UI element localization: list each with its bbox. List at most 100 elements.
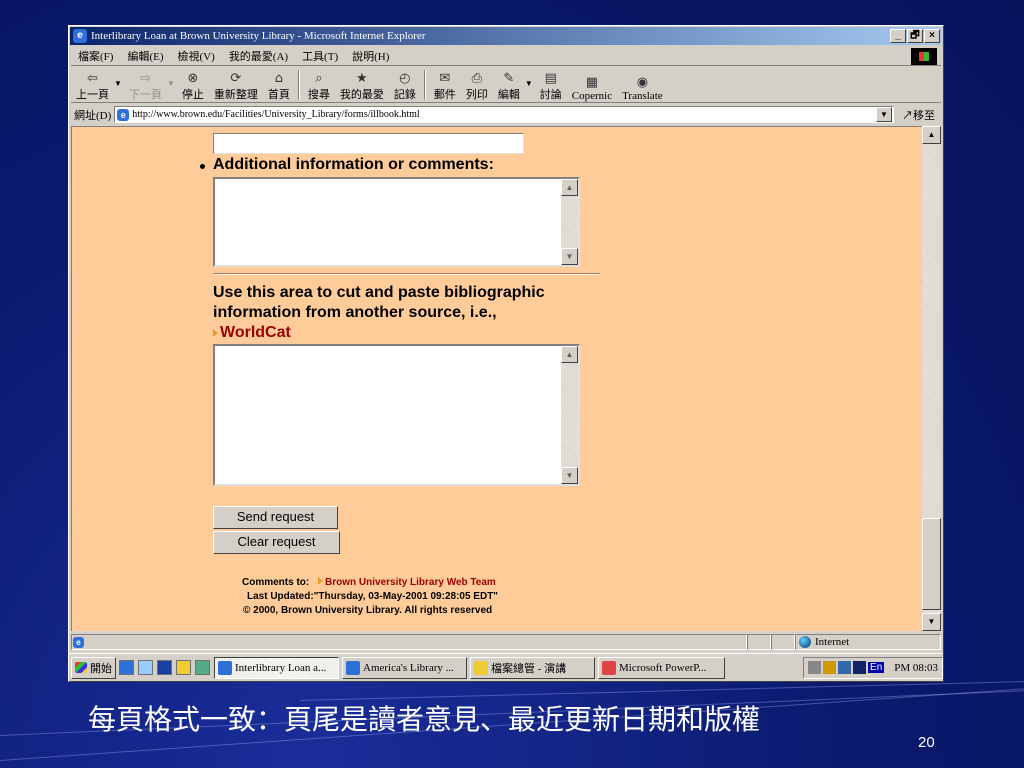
globe-icon bbox=[799, 636, 811, 648]
mail-icon: ✉ bbox=[439, 71, 451, 86]
cut-paste-line-1: Use this area to cut and paste bibliogra… bbox=[213, 284, 545, 301]
forward-button[interactable]: ⇨ 下一頁 bbox=[124, 68, 167, 102]
task-label: America's Library ... bbox=[363, 661, 454, 674]
app-icon[interactable] bbox=[195, 660, 210, 675]
task-americas-library[interactable]: America's Library ... bbox=[342, 656, 467, 679]
tray-app-icon[interactable] bbox=[853, 661, 867, 674]
forward-arrow-icon: ⇨ bbox=[139, 71, 151, 86]
internet-explorer-icon[interactable] bbox=[119, 660, 134, 675]
textarea-scrollbar[interactable]: ▲ ▼ bbox=[561, 179, 578, 265]
toolbar-separator bbox=[423, 70, 426, 100]
history-button[interactable]: ◴ 記錄 bbox=[389, 68, 421, 102]
scroll-down-icon[interactable]: ▼ bbox=[922, 613, 941, 631]
close-button[interactable]: × bbox=[924, 29, 940, 43]
menu-view[interactable]: 檢視(V) bbox=[171, 48, 222, 64]
task-explorer[interactable]: 檔案總管 - 演講 bbox=[470, 656, 595, 679]
refresh-button[interactable]: ⟳ 重新整理 bbox=[209, 68, 263, 102]
mail-button[interactable]: ✉ 郵件 bbox=[429, 68, 461, 102]
language-indicator[interactable]: En bbox=[868, 662, 885, 673]
scroll-up-icon[interactable]: ▲ bbox=[922, 126, 941, 144]
go-button[interactable]: ↗移至 bbox=[896, 107, 941, 123]
toolbar-separator bbox=[297, 70, 300, 100]
task-powerpoint[interactable]: Microsoft PowerP... bbox=[598, 656, 725, 679]
menu-bar: 檔案(F) 編輯(E) 檢視(V) 我的最愛(A) 工具(T) 說明(H) bbox=[71, 47, 941, 66]
status-panel bbox=[771, 634, 795, 650]
edit-button[interactable]: ✎ 編輯 bbox=[493, 68, 525, 102]
forward-dropdown-icon[interactable]: ▼ bbox=[167, 79, 175, 88]
windows-flag-icon bbox=[75, 662, 87, 673]
page-scrollbar[interactable]: ▲ ▼ bbox=[922, 126, 941, 631]
web-team-link[interactable]: Brown University Library Web Team bbox=[325, 577, 496, 588]
internet-explorer-icon bbox=[346, 660, 360, 675]
menu-tools[interactable]: 工具(T) bbox=[295, 48, 345, 64]
textarea-scrollbar[interactable]: ▲ ▼ bbox=[561, 346, 578, 484]
previous-field-input[interactable] bbox=[213, 133, 524, 154]
powerpoint-icon bbox=[602, 660, 616, 675]
address-dropdown-icon[interactable]: ▼ bbox=[876, 107, 892, 122]
task-interlibrary[interactable]: Interlibrary Loan a... bbox=[214, 656, 339, 679]
toolbar: ⇦ 上一頁 ▼ ⇨ 下一頁 ▼ ⊗ 停止 ⟳ 重新整理 ⌂ 首頁 ⌕ 搜尋 ★ 我的最愛 ◴ 記… bbox=[71, 67, 941, 103]
task-label: 檔案總管 - 演講 bbox=[491, 662, 567, 675]
search-button[interactable]: ⌕ 搜尋 bbox=[303, 68, 335, 102]
back-arrow-icon: ⇦ bbox=[87, 71, 98, 86]
zone-label: Internet bbox=[815, 636, 850, 648]
status-panel bbox=[747, 634, 771, 650]
favorites-button[interactable]: ★ 我的最愛 bbox=[335, 68, 389, 102]
minimize-button[interactable]: _ bbox=[890, 29, 906, 43]
translate-icon: ◉ bbox=[636, 75, 649, 90]
windows-logo-icon bbox=[911, 48, 937, 65]
translate-button[interactable]: ◉ Translate bbox=[617, 68, 668, 103]
scroll-down-icon[interactable]: ▼ bbox=[561, 248, 578, 265]
send-request-button[interactable]: Send request bbox=[213, 506, 338, 529]
edit-dropdown-icon[interactable]: ▼ bbox=[525, 79, 533, 88]
stop-button[interactable]: ⊗ 停止 bbox=[177, 68, 209, 102]
explorer-icon[interactable] bbox=[176, 660, 191, 675]
desktop-icon[interactable] bbox=[138, 660, 153, 675]
scroll-down-icon[interactable]: ▼ bbox=[561, 467, 578, 484]
restore-button[interactable]: 🗗 bbox=[907, 29, 923, 43]
discuss-button[interactable]: ▤ 討論 bbox=[535, 68, 567, 102]
internet-explorer-icon: e bbox=[73, 29, 87, 43]
start-button[interactable]: 開始 bbox=[71, 656, 116, 679]
internet-explorer-icon bbox=[218, 660, 232, 675]
scroll-thumb[interactable] bbox=[922, 518, 941, 610]
volume-icon[interactable] bbox=[823, 661, 837, 674]
status-text: e bbox=[71, 634, 747, 650]
word-icon[interactable] bbox=[157, 660, 172, 675]
scroll-up-icon[interactable]: ▲ bbox=[561, 179, 578, 196]
menu-file[interactable]: 檔案(F) bbox=[71, 48, 120, 64]
stop-icon: ⊗ bbox=[187, 71, 199, 86]
bullet bbox=[200, 164, 205, 169]
back-dropdown-icon[interactable]: ▼ bbox=[114, 79, 122, 88]
bibliographic-textarea[interactable]: ▲ ▼ bbox=[213, 344, 580, 486]
copyright: © 2000, Brown University Library. All ri… bbox=[243, 605, 493, 616]
copernic-icon: ▦ bbox=[585, 75, 599, 90]
network-icon[interactable] bbox=[808, 661, 822, 674]
system-tray: En PM 08:03 bbox=[803, 656, 943, 679]
go-arrow-icon: ↗ bbox=[902, 109, 913, 122]
window-title: Interlibrary Loan at Brown University Li… bbox=[91, 30, 426, 42]
scroll-up-icon[interactable]: ▲ bbox=[561, 346, 578, 363]
history-icon: ◴ bbox=[399, 71, 411, 86]
page-icon: e bbox=[117, 108, 130, 121]
tray-app-icon[interactable] bbox=[838, 661, 852, 674]
copernic-button[interactable]: ▦ Copernic bbox=[567, 68, 617, 103]
address-url: http://www.brown.edu/Facilities/Universi… bbox=[132, 109, 420, 120]
print-button[interactable]: ⎙ 列印 bbox=[461, 68, 493, 102]
address-input[interactable]: e http://www.brown.edu/Facilities/Univer… bbox=[114, 106, 894, 123]
page-content: Additional information or comments: ▲ ▼ … bbox=[71, 126, 922, 631]
address-bar: 網址(D) e http://www.brown.edu/Facilities/… bbox=[71, 105, 941, 124]
clear-request-button[interactable]: Clear request bbox=[213, 531, 340, 554]
menu-help[interactable]: 說明(H) bbox=[345, 48, 396, 64]
menu-favorites[interactable]: 我的最愛(A) bbox=[222, 48, 295, 64]
browser-window: e Interlibrary Loan at Brown University … bbox=[68, 25, 944, 682]
comments-textarea[interactable]: ▲ ▼ bbox=[213, 177, 580, 267]
cut-paste-label: Use this area to cut and paste bibliogra… bbox=[213, 283, 545, 343]
footer-comments: Comments to: Brown University Library We… bbox=[242, 577, 496, 588]
menu-edit[interactable]: 編輯(E) bbox=[120, 48, 170, 64]
title-bar[interactable]: e Interlibrary Loan at Brown University … bbox=[70, 27, 942, 45]
worldcat-link[interactable]: WorldCat bbox=[220, 324, 291, 341]
home-button[interactable]: ⌂ 首頁 bbox=[263, 68, 295, 102]
back-button[interactable]: ⇦ 上一頁 bbox=[71, 68, 114, 102]
link-arrow-icon bbox=[213, 329, 218, 337]
